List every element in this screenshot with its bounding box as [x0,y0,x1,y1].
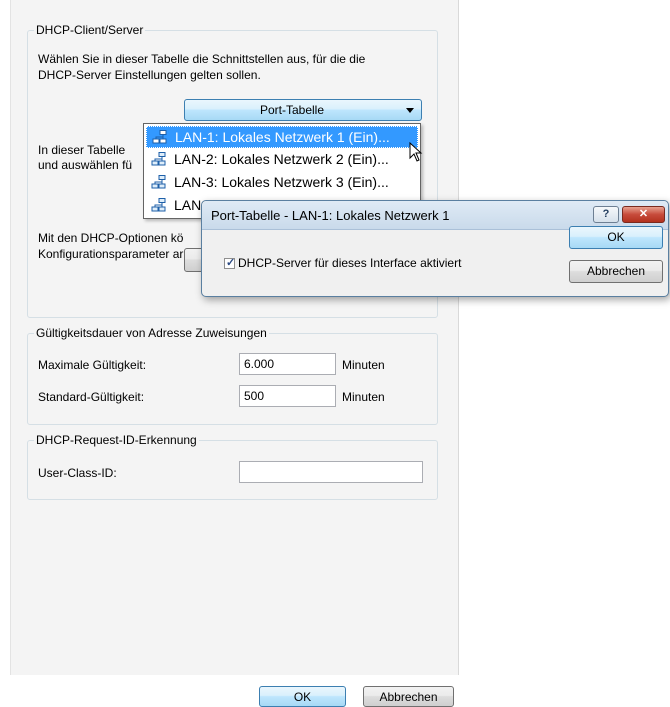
max-validity-unit: Minuten [342,358,385,372]
dropdown-item-lan1[interactable]: LAN-1: Lokales Netzwerk 1 (Ein)... [146,126,418,148]
dhcp-description-line1: Wählen Sie in dieser Tabelle die Schnitt… [38,52,366,66]
mouse-cursor-icon [409,142,423,162]
dropdown-item-lan3[interactable]: LAN-3: Lokales Netzwerk 3 (Ein)... [146,172,418,194]
help-icon: ? [602,208,610,220]
std-validity-unit: Minuten [342,390,385,404]
network-icon [151,175,166,189]
user-class-label: User-Class-ID: [38,466,117,480]
port-table-label: Port-Tabelle [259,103,325,117]
help-button[interactable]: ? [593,206,619,223]
dhcp-server-checkbox-label[interactable]: DHCP-Server für dieses Interface aktivie… [238,256,461,270]
dialog-title: Port-Tabelle - LAN-1: Lokales Netzwerk 1 [211,208,450,223]
dropdown-item-lan2[interactable]: LAN-2: Lokales Netzwerk 2 (Ein)... [146,149,418,171]
dropdown-item-label: LAN-2: Lokales Netzwerk 2 (Ein)... [174,151,389,167]
port-table-dialog: Port-Tabelle - LAN-1: Lokales Netzwerk 1… [201,200,669,297]
request-group-legend: DHCP-Request-ID-Erkennung [34,433,199,447]
dhcp-server-checkbox[interactable]: ✓ [224,257,236,269]
dropdown-item-label: LAN-3: Lokales Netzwerk 3 (Ein)... [174,174,389,190]
dropdown-item-label: LAN-1: Lokales Netzwerk 1 (Ein)... [175,129,390,145]
chevron-down-icon [406,108,414,113]
validity-group-legend: Gültigkeitsdauer von Adresse Zuweisungen [34,326,269,340]
close-icon: ✕ [638,208,649,220]
footer-ok-button[interactable]: OK [259,686,346,707]
dhcp-description-line2: DHCP-Server Einstellungen gelten sollen. [38,68,261,82]
user-class-input[interactable] [239,461,423,483]
dhcp-options-line2: Konfigurationsparameter ar [38,247,184,261]
checkmark-icon: ✓ [226,257,236,269]
table-hint-line2: und auswählen fü [38,158,133,172]
dialog-cancel-button[interactable]: Abbrechen [569,260,663,283]
validity-group: Gültigkeitsdauer von Adresse Zuweisungen [27,326,438,425]
dialog-ok-button[interactable]: OK [569,226,663,249]
max-validity-label: Maximale Gültigkeit: [38,358,147,372]
port-table-button[interactable]: Port-Tabelle [184,99,422,121]
network-icon [151,198,166,212]
table-hint-line1: In dieser Tabelle [38,143,126,157]
footer-cancel-button[interactable]: Abbrechen [363,686,454,707]
network-icon [151,152,166,166]
std-validity-label: Standard-Gültigkeit: [38,390,145,404]
close-button[interactable]: ✕ [622,206,665,223]
network-icon [152,130,167,144]
max-validity-input[interactable]: 6.000 [239,353,336,375]
dhcp-group-legend: DHCP-Client/Server [34,23,146,37]
dhcp-options-line1: Mit den DHCP-Optionen kö [38,231,184,245]
std-validity-input[interactable]: 500 [239,385,336,407]
dropdown-item-label: LAN [174,197,202,213]
